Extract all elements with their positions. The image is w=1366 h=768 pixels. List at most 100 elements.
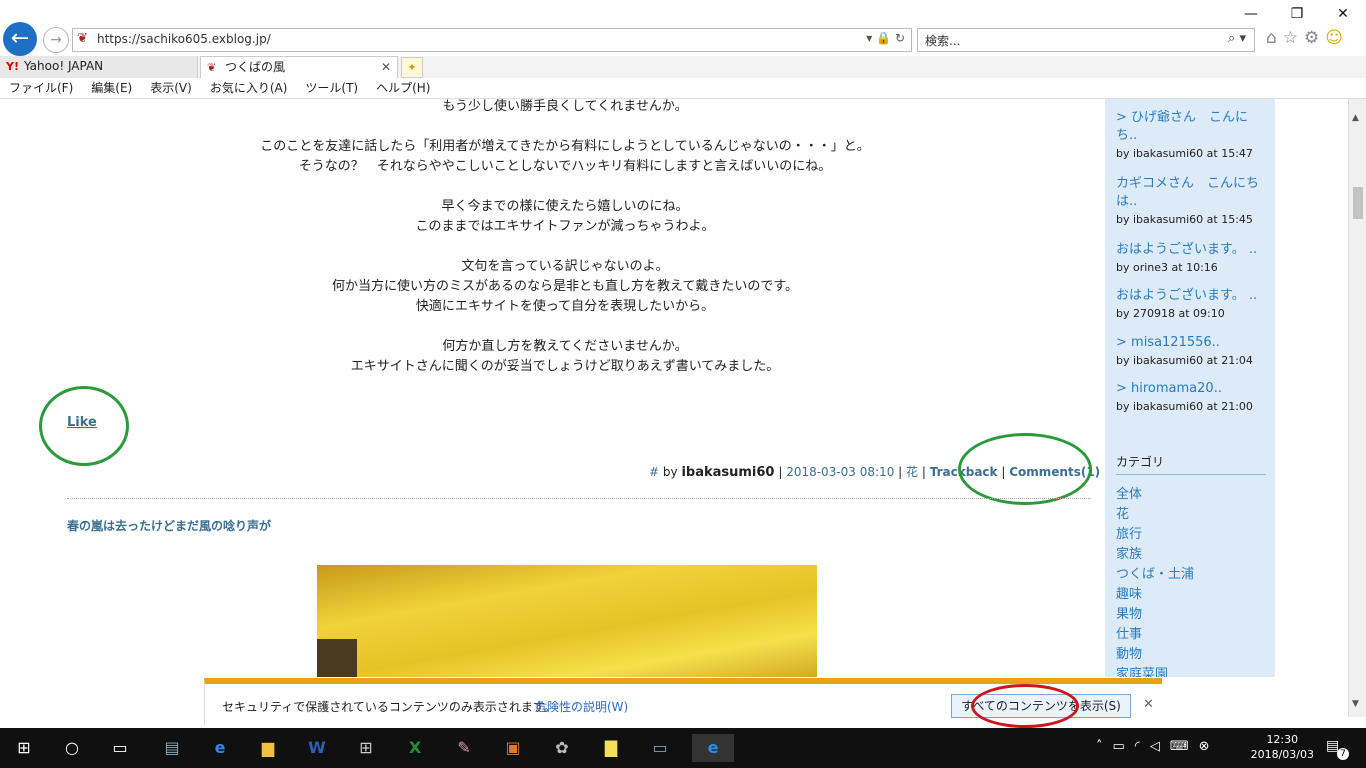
exblog-icon: ❦	[207, 61, 217, 74]
comment-link[interactable]: > misa121556..	[1116, 334, 1268, 352]
dropdown-icon[interactable]: ▾	[866, 31, 872, 45]
windows-start-icon[interactable]: ⊞	[7, 734, 41, 762]
star-icon[interactable]: ☆	[1283, 28, 1304, 48]
menu-file[interactable]: ファイル(F)	[0, 78, 82, 98]
annotation-circle-like	[39, 386, 129, 466]
category-link[interactable]: 趣味	[1116, 583, 1142, 602]
refresh-icon[interactable]: ↻	[895, 31, 905, 45]
clock[interactable]: 12:30 2018/03/03	[1251, 732, 1314, 762]
post-line: 文句を言っている訳じゃないのよ。	[461, 259, 669, 274]
ime-icon[interactable]: ⊗	[1199, 739, 1220, 754]
system-tray: ˄▭◜◁⌨⊗	[1096, 739, 1220, 754]
photo-shadow	[317, 639, 357, 677]
scroll-up-icon[interactable]: ▲	[1352, 113, 1359, 123]
separator: |	[898, 465, 903, 479]
tab-yahoo[interactable]: Y! Yahoo! JAPAN	[0, 56, 198, 78]
word-icon[interactable]: W	[300, 734, 334, 762]
post-line: 早く今までの様に使えたら嬉しいのにね。	[441, 199, 689, 214]
post-line: そうなの？ それならややこしいことしないでハッキリ有料にしますと言えばいいのにね…	[298, 159, 832, 174]
page-content: もう少し使い勝手良くしてくれませんか。 このことを友達に話したら「利用者が増えて…	[0, 99, 1348, 677]
close-icon[interactable]: ✕	[1143, 697, 1154, 712]
menu-favorites[interactable]: お気に入り(A)	[201, 78, 297, 98]
keyboard-icon[interactable]: ⌨	[1170, 739, 1199, 754]
comment-link[interactable]: おはようございます。 ..	[1116, 241, 1268, 259]
restore-icon[interactable]: ❐	[1274, 0, 1320, 28]
address-bar[interactable]: ❦ https://sachiko605.exblog.jp/ ▾ 🔒 ↻	[72, 28, 912, 52]
lock-icon[interactable]: 🔒	[876, 31, 891, 45]
tab-bar: Y! Yahoo! JAPAN ❦ つくばの風 ✕ ✦	[0, 56, 1366, 79]
next-post-title[interactable]: 春の嵐は去ったけどまだ風の唸り声が	[67, 517, 271, 534]
minimize-icon[interactable]: —	[1228, 0, 1274, 28]
window-controls: — ❐ ✕	[1228, 0, 1366, 28]
search-input[interactable]: 検索...	[925, 32, 960, 49]
scroll-down-icon[interactable]: ▼	[1352, 699, 1359, 709]
category-link[interactable]: 花	[1116, 503, 1129, 522]
vertical-scrollbar[interactable]: ▲ ▼	[1348, 99, 1366, 717]
sidebar: > ひげ爺さん こんにち.. by ibakasumi60 at 15:47 カ…	[1105, 99, 1275, 677]
category-link[interactable]: 全体	[1116, 483, 1142, 502]
store-icon[interactable]: ⊞	[349, 734, 383, 762]
category-link[interactable]: 動物	[1116, 643, 1142, 662]
task-view-icon[interactable]: ▭	[103, 734, 137, 762]
category-link[interactable]: 果物	[1116, 603, 1142, 622]
forward-button[interactable]: →	[43, 27, 69, 53]
folder-icon[interactable]: ▆	[251, 734, 285, 762]
annotation-circle-show-all	[971, 684, 1079, 728]
security-notification-bar: セキュリティで保護されているコンテンツのみ表示されます。 危険性の説明(W) す…	[204, 678, 1162, 728]
excel-icon[interactable]: X	[398, 734, 432, 762]
category-link[interactable]: つくば・土浦	[1116, 563, 1194, 582]
palette-icon[interactable]: ✿	[545, 734, 579, 762]
separator: |	[778, 465, 783, 479]
category-link[interactable]: 旅行	[1116, 523, 1142, 542]
post-line: このことを友達に話したら「利用者が増えてきたから有料にしようとしているんじゃない…	[260, 139, 870, 154]
post-photo[interactable]	[317, 565, 817, 677]
category-link[interactable]: 仕事	[1116, 623, 1142, 642]
post-line: もう少し使い勝手良くしてくれませんか。	[442, 99, 688, 114]
menu-tools[interactable]: ツール(T)	[296, 78, 367, 98]
home-icon[interactable]: ⌂	[1266, 28, 1283, 48]
edge-icon[interactable]: e	[203, 734, 237, 762]
comment-link[interactable]: おはようございます。 ..	[1116, 287, 1268, 305]
back-button[interactable]: ←	[3, 22, 37, 56]
close-tab-icon[interactable]: ✕	[381, 57, 391, 78]
category-link[interactable]: 家庭菜園	[1116, 663, 1168, 677]
paint-icon[interactable]: ✎	[447, 734, 481, 762]
recent-comment: カギコメさん こんにちは.. by ibakasumi60 at 15:45	[1116, 175, 1268, 227]
sticky-notes-icon[interactable]: ▇	[594, 734, 628, 762]
close-icon[interactable]: ✕	[1320, 0, 1366, 28]
app-explorer-icon[interactable]: ▤	[155, 734, 189, 762]
comment-link[interactable]: > ひげ爺さん こんにち..	[1116, 109, 1268, 145]
url-text[interactable]: https://sachiko605.exblog.jp/	[97, 32, 271, 46]
comment-link[interactable]: カギコメさん こんにちは..	[1116, 175, 1268, 211]
menu-view[interactable]: 表示(V)	[141, 78, 201, 98]
post-line: 快適にエキサイトを使って自分を表現したいから。	[415, 299, 715, 314]
tab-tsukuba[interactable]: ❦ つくばの風 ✕	[200, 56, 398, 78]
ie-icon[interactable]: e	[692, 734, 734, 762]
risk-explanation-link[interactable]: 危険性の説明(W)	[535, 698, 628, 715]
scroll-thumb[interactable]	[1353, 187, 1363, 219]
search-icon[interactable]: ⌕ ▾	[1228, 31, 1246, 46]
author-name: ibakasumi60	[681, 465, 775, 480]
menu-help[interactable]: ヘルプ(H)	[367, 78, 439, 98]
search-circle-icon[interactable]: ○	[55, 734, 89, 762]
taskbar: ⊞ ○ ▭ ▤ e ▆ W ⊞ X ✎ ▣ ✿ ▇ ▭ e ˄▭◜◁⌨⊗ 12:…	[0, 728, 1366, 768]
gear-icon[interactable]: ⚙	[1304, 28, 1325, 48]
monitor-icon[interactable]: ▭	[643, 734, 677, 762]
category-link[interactable]: 家族	[1116, 543, 1142, 562]
menu-edit[interactable]: 編集(E)	[82, 78, 141, 98]
permalink[interactable]: #	[649, 465, 659, 479]
category-heading: カテゴリ	[1116, 453, 1266, 475]
post-datetime[interactable]: 2018-03-03 08:10	[786, 465, 894, 479]
wifi-icon[interactable]: ◜	[1135, 739, 1150, 754]
clock-date: 2018/03/03	[1250, 748, 1314, 761]
volume-icon[interactable]: ◁	[1150, 739, 1170, 754]
comment-link[interactable]: > hiromama20..	[1116, 380, 1268, 398]
toolbox-icon[interactable]: ▣	[496, 734, 530, 762]
search-box[interactable]: 検索... ⌕ ▾	[917, 28, 1255, 52]
smiley-icon[interactable]: ☺	[1325, 28, 1349, 48]
post-category[interactable]: 花	[906, 465, 918, 479]
battery-icon[interactable]: ▭	[1113, 739, 1135, 754]
new-tab-button[interactable]: ✦	[401, 57, 423, 78]
chevron-up-icon[interactable]: ˄	[1096, 739, 1113, 754]
address-actions: ▾ 🔒 ↻	[866, 31, 905, 45]
